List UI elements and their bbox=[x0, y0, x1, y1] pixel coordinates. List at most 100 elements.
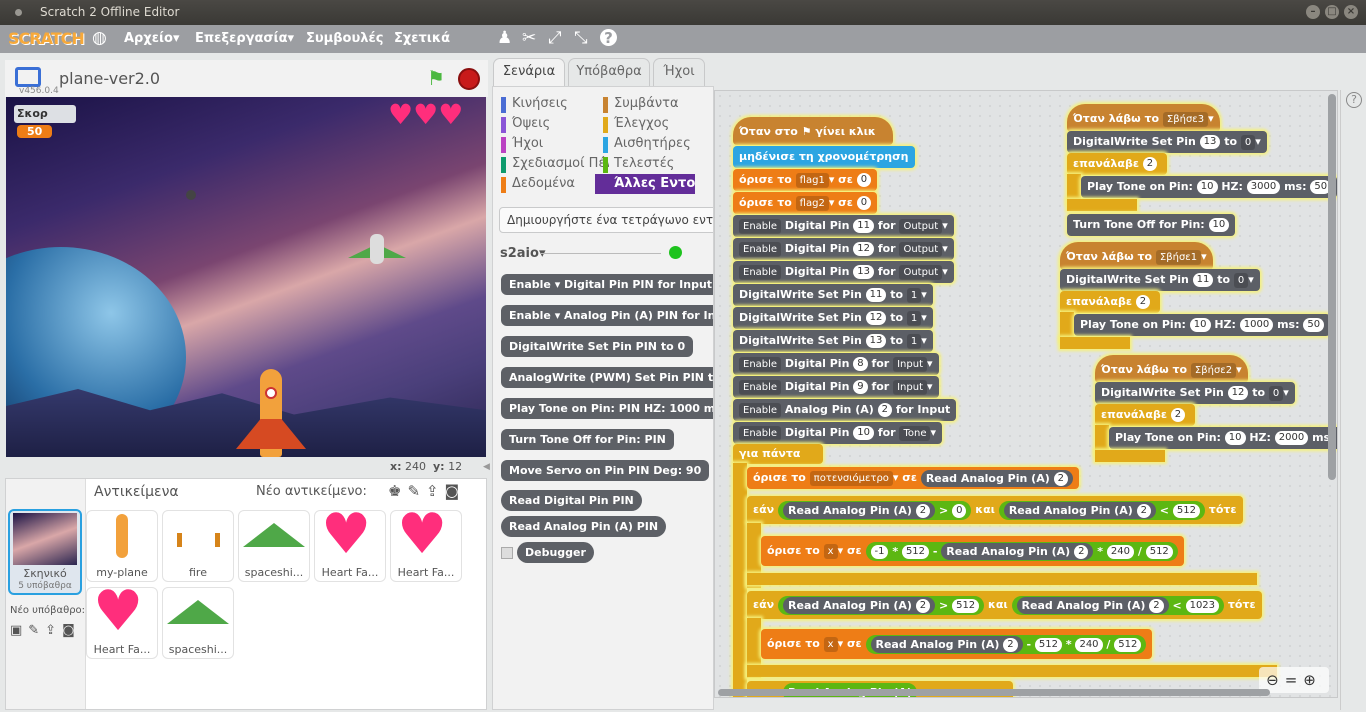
menu-about[interactable]: Σχετικά bbox=[394, 31, 450, 46]
rocket-sprite[interactable] bbox=[236, 369, 306, 457]
shrink-icon[interactable]: ⤡ bbox=[574, 29, 588, 47]
repeat-block-2[interactable]: επανάλαβε 2 bbox=[1095, 404, 1195, 426]
palette-block-servo[interactable]: Move Servo on Pin PIN Deg: 90 bbox=[501, 460, 710, 481]
repeat-block-3[interactable]: επανάλαβε 2 bbox=[1067, 153, 1167, 175]
category-motion[interactable]: Κινήσεις bbox=[493, 94, 568, 114]
digitalwrite-12-block[interactable]: DigitalWrite Set Pin 12 to 1 ▾ bbox=[733, 307, 933, 329]
zoom-reset-icon[interactable]: = bbox=[1285, 671, 1304, 689]
scripts-vertical-scrollbar[interactable] bbox=[1328, 94, 1336, 480]
palette-reporter-read-analog[interactable]: Read Analog Pin (A) PIN bbox=[501, 516, 667, 537]
enable-analog2-block[interactable]: Enable Analog Pin (A) 2 for Input bbox=[733, 399, 957, 421]
reset-timer-block[interactable]: μηδένισε τη χρονομέτρηση bbox=[733, 146, 915, 168]
sprite-thumb-my-plane[interactable]: my-plane bbox=[86, 510, 158, 582]
menu-file[interactable]: Αρχείο▾ bbox=[124, 31, 180, 46]
stage-canvas[interactable]: Σκορ 50 ♥♥♥ bbox=[6, 97, 486, 457]
extension-name[interactable]: s2aio▾ bbox=[500, 246, 545, 261]
palette-reporter-debugger[interactable]: Debugger bbox=[517, 542, 594, 563]
close-icon[interactable]: × bbox=[1344, 5, 1358, 19]
enable-pin11-block[interactable]: Enable Digital Pin 11 for Output ▾ bbox=[733, 215, 954, 237]
sprite-thumb-fire[interactable]: fire bbox=[162, 510, 234, 582]
palette-block-analogwrite[interactable]: AnalogWrite (PWM) Set Pin PIN to bbox=[501, 367, 713, 388]
when-receive-3-hat[interactable]: Όταν λάβω το Σβήσε3 ▾ bbox=[1067, 104, 1220, 132]
play-tone-2000-block[interactable]: Play Tone on Pin: 10 HZ: 2000 ms: bbox=[1109, 427, 1337, 449]
tab-sounds[interactable]: Ήχοι bbox=[653, 58, 705, 86]
set-x-block-2[interactable]: όρισε το x ▾ σε Read Analog Pin (A) 2 - 5… bbox=[761, 629, 1153, 659]
scripts-horizontal-scrollbar[interactable] bbox=[718, 689, 1270, 696]
category-sensing[interactable]: Αισθητήρες bbox=[595, 134, 691, 154]
palette-reporter-read-digital[interactable]: Read Digital Pin PIN bbox=[501, 490, 642, 511]
set-flag2-block[interactable]: όρισε το flag2 ▾ σε 0 bbox=[733, 192, 878, 214]
maximize-icon[interactable]: □ bbox=[1325, 5, 1339, 19]
enable-pin8-block[interactable]: Enable Digital Pin 8 for Input ▾ bbox=[733, 353, 939, 375]
green-flag-icon[interactable]: ⚑ bbox=[427, 66, 445, 90]
palette-block-digitalwrite[interactable]: DigitalWrite Set Pin PIN to 0 bbox=[501, 336, 694, 357]
project-name[interactable]: plane-ver2.0 bbox=[59, 69, 160, 88]
stage-thumbnail[interactable]: Σκηνικό 5 υπόβαθρα bbox=[8, 509, 82, 595]
palette-block-play-tone[interactable]: Play Tone on Pin: PIN HZ: 1000 ms: bbox=[501, 398, 713, 419]
tone-off-block[interactable]: Turn Tone Off for Pin: 10 bbox=[1067, 214, 1236, 236]
enable-pin10-tone-block[interactable]: Enable Digital Pin 10 for Tone ▾ bbox=[733, 422, 943, 444]
category-operators[interactable]: Τελεστές bbox=[595, 154, 674, 174]
zoom-in-icon[interactable]: ⊕ bbox=[1303, 671, 1322, 689]
digitalwrite-13-block[interactable]: DigitalWrite Set Pin 13 to 1 ▾ bbox=[733, 330, 933, 352]
digitalwrite-13-off-block[interactable]: DigitalWrite Set Pin 13 to 0 ▾ bbox=[1067, 131, 1267, 153]
if-block-2[interactable]: εάν Read Analog Pin (A) 2 > 512 και Read… bbox=[747, 591, 1262, 619]
new-sprite-icons[interactable]: ♚✎⇪◙ bbox=[388, 482, 465, 500]
scratch-logo[interactable]: SCRATCH bbox=[8, 29, 85, 48]
scripts-area[interactable]: Όταν στο ⚑ γίνει κλικ μηδένισε τη χρονομ… bbox=[714, 90, 1338, 698]
sprite-thumb-heart-3[interactable]: ♥ Heart Fa... bbox=[86, 580, 158, 659]
category-more-blocks[interactable]: Άλλες Εντολές bbox=[595, 174, 695, 194]
category-control[interactable]: Έλεγχος bbox=[595, 114, 669, 134]
play-tone-1000-block[interactable]: Play Tone on Pin: 10 HZ: 1000 ms: 50 bbox=[1074, 314, 1331, 336]
enable-pin12-block[interactable]: Enable Digital Pin 12 for Output ▾ bbox=[733, 238, 954, 260]
zoom-out-icon[interactable]: ⊖ bbox=[1266, 671, 1285, 689]
digitalwrite-11-off-block[interactable]: DigitalWrite Set Pin 11 to 0 ▾ bbox=[1060, 269, 1260, 291]
sprite-thumb-spaceship[interactable]: spaceshi... bbox=[238, 510, 310, 582]
help-sidebar: ? bbox=[1340, 90, 1366, 710]
debugger-checkbox[interactable] bbox=[501, 547, 513, 559]
when-flag-clicked-hat[interactable]: Όταν στο ⚑ γίνει κλικ bbox=[733, 117, 893, 145]
repeat-block-1[interactable]: επανάλαβε 2 bbox=[1060, 291, 1160, 313]
palette-block-tone-off[interactable]: Turn Tone Off for Pin: PIN bbox=[501, 429, 674, 450]
help-icon[interactable]: ? bbox=[600, 29, 617, 47]
stop-icon[interactable] bbox=[458, 68, 480, 90]
digitalwrite-12-off-block[interactable]: DigitalWrite Set Pin 12 to 0 ▾ bbox=[1095, 382, 1295, 404]
help-panel-icon[interactable]: ? bbox=[1346, 92, 1362, 108]
digitalwrite-11-block[interactable]: DigitalWrite Set Pin 11 to 1 ▾ bbox=[733, 284, 933, 306]
fullscreen-icon[interactable] bbox=[15, 67, 41, 87]
sprite-thumb-spaceship-2[interactable]: spaceshi... bbox=[162, 587, 234, 659]
palette-block-enable-analog[interactable]: Enable ▾ Analog Pin (A) PIN for Input bbox=[501, 305, 713, 326]
when-receive-1-hat[interactable]: Όταν λάβω το Σβήσε1 ▾ bbox=[1060, 242, 1213, 270]
category-sound[interactable]: Ήχοι bbox=[493, 134, 543, 154]
set-x-block-1[interactable]: όρισε το x ▾ σε -1 * 512 - Read Analog Pi… bbox=[761, 536, 1184, 566]
menu-tips[interactable]: Συμβουλές bbox=[306, 31, 383, 46]
category-events[interactable]: Συμβάντα bbox=[595, 94, 679, 114]
palette-block-enable-digital[interactable]: Enable ▾ Digital Pin PIN for Input bbox=[501, 274, 713, 295]
forever-block[interactable]: για πάντα bbox=[733, 444, 823, 464]
grow-icon[interactable]: ⤢ bbox=[548, 29, 562, 47]
duplicate-icon[interactable]: ♟ bbox=[497, 29, 512, 47]
spaceship-sprite[interactable] bbox=[348, 234, 406, 270]
zoom-controls[interactable]: ⊖=⊕ bbox=[1259, 667, 1329, 693]
category-looks[interactable]: Όψεις bbox=[493, 114, 550, 134]
sprite-thumb-heart-1[interactable]: ♥ Heart Fa... bbox=[314, 503, 386, 582]
set-flag1-block[interactable]: όρισε το flag1 ▾ σε 0 bbox=[733, 169, 878, 191]
tab-scripts[interactable]: Σενάρια bbox=[493, 58, 565, 86]
sprite-thumb-heart-2[interactable]: ♥ Heart Fa... bbox=[390, 503, 462, 582]
make-block-button[interactable]: Δημιουργήστε ένα τετράγωνο εντολών bbox=[499, 207, 713, 233]
new-backdrop-icons[interactable]: ▣✎⇪◙ bbox=[10, 623, 81, 638]
play-tone-3000-block[interactable]: Play Tone on Pin: 10 HZ: 3000 ms: 50 bbox=[1081, 176, 1337, 198]
collapse-arrow-icon[interactable]: ◀ bbox=[483, 462, 490, 472]
globe-icon[interactable]: ◍ bbox=[92, 29, 107, 47]
category-data[interactable]: Δεδομένα bbox=[493, 174, 575, 194]
set-potentiometer-block[interactable]: όρισε το ποτενσιόμετρο ▾ σε Read Analog P… bbox=[747, 467, 1079, 489]
enable-pin13-block[interactable]: Enable Digital Pin 13 for Output ▾ bbox=[733, 261, 954, 283]
if-block-1[interactable]: εάν Read Analog Pin (A) 2 > 0 και Read A… bbox=[747, 496, 1243, 524]
delete-icon[interactable]: ✂ bbox=[522, 29, 536, 47]
enable-pin9-block[interactable]: Enable Digital Pin 9 for Input ▾ bbox=[733, 376, 939, 398]
menu-edit[interactable]: Επεξεργασία▾ bbox=[195, 31, 294, 46]
category-pen[interactable]: Σχεδιασμοί Πένας bbox=[493, 154, 609, 174]
tab-backdrops[interactable]: Υπόβαθρα bbox=[568, 58, 650, 86]
minimize-icon[interactable]: – bbox=[1306, 5, 1320, 19]
when-receive-2-hat[interactable]: Όταν λάβω το Σβήσε2 ▾ bbox=[1095, 355, 1248, 383]
